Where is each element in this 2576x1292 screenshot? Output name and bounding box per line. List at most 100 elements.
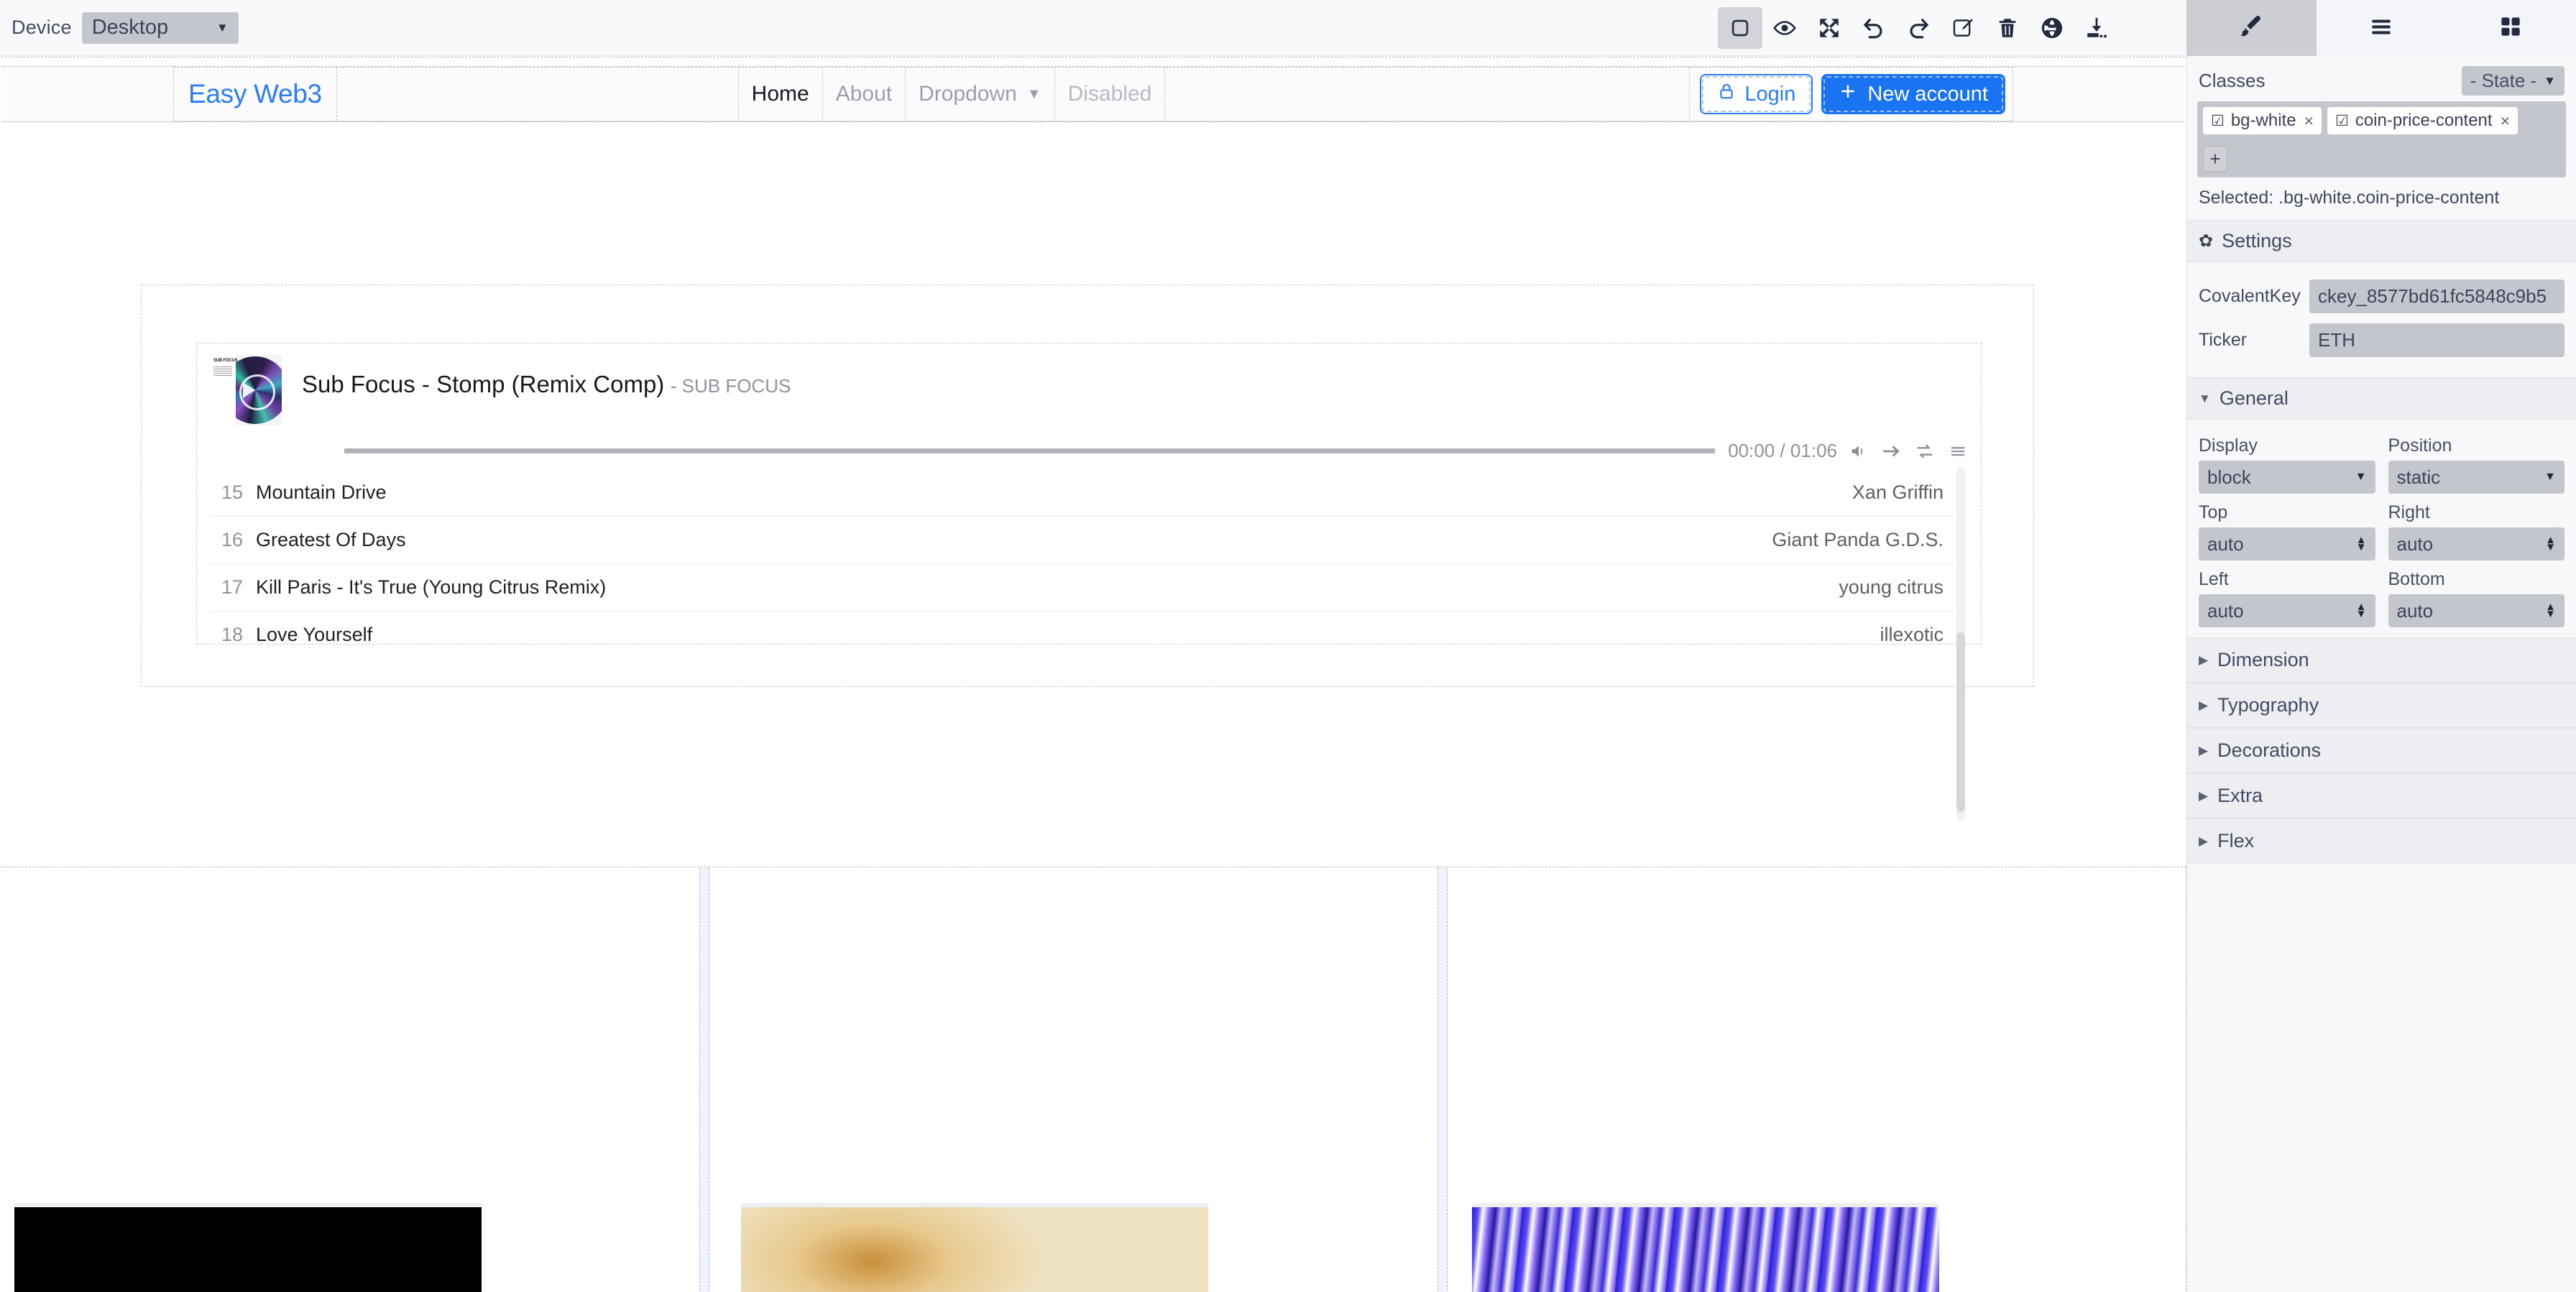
table-row[interactable]: 16 Greatest Of Days Giant Panda G.D.S. bbox=[210, 516, 1954, 563]
login-button[interactable]: Login bbox=[1700, 74, 1813, 114]
nav-link-home-label: Home bbox=[751, 82, 809, 106]
general-section-header[interactable]: ▼ General bbox=[2187, 377, 2576, 420]
close-icon[interactable]: × bbox=[2304, 111, 2314, 131]
trash-icon[interactable] bbox=[1985, 7, 2030, 49]
redo-icon[interactable] bbox=[1896, 7, 1941, 49]
plus-icon bbox=[1839, 82, 1857, 106]
album-art[interactable]: SUB FOCUS bbox=[211, 355, 282, 425]
layers-tab[interactable] bbox=[2317, 0, 2447, 56]
nav-link-dropdown-label: Dropdown bbox=[919, 82, 1017, 106]
coin-price-content-block[interactable]: SUB FOCUS Sub Focus - Stomp (Remix Comp)… bbox=[141, 285, 2034, 821]
nav-link-about[interactable]: About bbox=[823, 68, 906, 121]
editor-canvas[interactable]: Easy Web3 Home About Dropdown ▼ Disabled bbox=[0, 56, 2186, 1292]
style-manager-panel[interactable]: Classes - State - ▼ ☑ bg-white × ☑ coin-… bbox=[2186, 56, 2576, 1292]
checkbox-icon[interactable]: ☑ bbox=[2335, 112, 2349, 130]
class-chip-coin-price-content[interactable]: ☑ coin-price-content × bbox=[2327, 107, 2518, 134]
track-list-scrollbar[interactable] bbox=[1956, 467, 1965, 821]
track-artist: - SUB FOCUS bbox=[670, 375, 791, 397]
blocks-tab[interactable] bbox=[2446, 0, 2576, 56]
brand-logo[interactable]: Easy Web3 bbox=[174, 68, 337, 121]
download-icon[interactable] bbox=[2074, 7, 2119, 49]
thumbnail-image-3[interactable] bbox=[1472, 1203, 1939, 1292]
play-triangle-icon[interactable] bbox=[243, 382, 255, 398]
nav-link-home[interactable]: Home bbox=[739, 68, 823, 121]
add-class-button[interactable]: + bbox=[2203, 146, 2227, 172]
gear-icon: ✿ bbox=[2199, 231, 2214, 251]
paint-brush-icon bbox=[2237, 13, 2265, 44]
typography-section-label: Typography bbox=[2217, 694, 2319, 716]
style-manager-tab[interactable] bbox=[2186, 0, 2317, 56]
right-stepper[interactable]: auto ▲ ▼ bbox=[2388, 527, 2564, 560]
top-toolbar: Device Desktop ▼ bbox=[0, 0, 2576, 56]
class-chips-container[interactable]: ☑ bg-white × ☑ coin-price-content × + bbox=[2197, 101, 2566, 177]
device-select[interactable]: Desktop ▼ bbox=[81, 11, 239, 44]
scrollbar-thumb[interactable] bbox=[1956, 632, 1965, 812]
progress-slider[interactable] bbox=[344, 448, 1716, 453]
covalentkey-input[interactable]: ckey_8577bd61fc5848c9b5 bbox=[2309, 280, 2564, 313]
preview-eye-icon[interactable] bbox=[1762, 7, 1807, 49]
nav-link-dropdown[interactable]: Dropdown ▼ bbox=[906, 68, 1055, 121]
thumbnail-image-1[interactable] bbox=[14, 1203, 482, 1292]
code-edit-icon[interactable] bbox=[1941, 7, 1985, 49]
album-sleeve-lines bbox=[213, 366, 232, 377]
typography-section-header[interactable]: ▶ Typography bbox=[2187, 683, 2576, 728]
bottom-stepper[interactable]: auto ▲ ▼ bbox=[2388, 594, 2564, 627]
bottom-column-2[interactable] bbox=[699, 867, 1446, 1292]
repeat-icon[interactable] bbox=[1915, 441, 1935, 461]
classes-header-row: Classes - State - ▼ bbox=[2187, 56, 2576, 100]
dimension-section-header[interactable]: ▶ Dimension bbox=[2187, 637, 2576, 683]
new-account-button-label: New account bbox=[1867, 82, 1988, 106]
undo-icon[interactable] bbox=[1852, 7, 1896, 49]
position-select[interactable]: static ▼ bbox=[2388, 461, 2564, 494]
position-label: Position bbox=[2388, 435, 2452, 456]
device-selector-group: Device Desktop ▼ bbox=[0, 11, 239, 44]
display-select[interactable]: block ▼ bbox=[2199, 461, 2375, 494]
ticker-input[interactable]: ETH bbox=[2309, 323, 2564, 357]
bottom-label: Bottom bbox=[2388, 569, 2445, 589]
settings-section-header[interactable]: ✿ Settings bbox=[2187, 220, 2576, 262]
playlist-menu-icon[interactable] bbox=[1948, 441, 1968, 461]
track-list[interactable]: 15 Mountain Drive Xan Griffin 16 Greates… bbox=[210, 469, 1954, 641]
chevron-down-icon: ▼ bbox=[2544, 73, 2556, 88]
dimension-section-label: Dimension bbox=[2217, 649, 2309, 670]
thumbnail-image-2[interactable] bbox=[741, 1203, 1208, 1292]
table-row[interactable]: 15 Mountain Drive Xan Griffin bbox=[210, 469, 1954, 516]
stepper-arrows-icon[interactable]: ▲ ▼ bbox=[2545, 601, 2556, 620]
display-label: Display bbox=[2199, 435, 2258, 456]
audius-player-widget[interactable]: SUB FOCUS Sub Focus - Stomp (Remix Comp)… bbox=[196, 343, 1982, 821]
table-row[interactable]: 17 Kill Paris - It's True (Young Citrus … bbox=[210, 563, 1954, 611]
decorations-section-header[interactable]: ▶ Decorations bbox=[2187, 728, 2576, 773]
bottom-column-1[interactable] bbox=[0, 867, 708, 1292]
borders-toggle-icon[interactable] bbox=[1718, 7, 1762, 49]
track-artist-name: Giant Panda G.D.S. bbox=[1772, 529, 1944, 550]
fullscreen-icon[interactable] bbox=[1807, 7, 1852, 49]
right-value: auto bbox=[2396, 532, 2434, 555]
site-navbar[interactable]: Easy Web3 Home About Dropdown ▼ Disabled bbox=[1, 57, 2185, 122]
next-arrow-icon[interactable] bbox=[1882, 441, 1902, 461]
volume-icon[interactable] bbox=[1849, 441, 1869, 461]
player-header: SUB FOCUS Sub Focus - Stomp (Remix Comp)… bbox=[197, 343, 1981, 425]
bottom-column-3[interactable] bbox=[1438, 867, 2186, 1292]
close-icon[interactable]: × bbox=[2501, 111, 2510, 131]
table-row[interactable]: 18 Love Yourself illexotic bbox=[210, 611, 1954, 641]
navbar-spacer bbox=[337, 68, 739, 121]
stepper-arrows-icon[interactable]: ▲ ▼ bbox=[2356, 601, 2367, 620]
track-number: 18 bbox=[221, 624, 244, 641]
new-account-button[interactable]: New account bbox=[1821, 74, 2005, 114]
state-select-value: - State - bbox=[2470, 70, 2537, 91]
stepper-arrows-icon[interactable]: ▲ ▼ bbox=[2356, 535, 2367, 553]
chevron-right-icon: ▶ bbox=[2199, 743, 2209, 757]
top-stepper[interactable]: auto ▲ ▼ bbox=[2199, 527, 2375, 560]
extra-section-header[interactable]: ▶ Extra bbox=[2187, 773, 2576, 818]
stepper-arrows-icon[interactable]: ▲ ▼ bbox=[2545, 535, 2556, 553]
album-sleeve-label: SUB FOCUS bbox=[213, 359, 238, 363]
state-select[interactable]: - State - ▼ bbox=[2461, 66, 2564, 96]
track-number: 16 bbox=[221, 529, 244, 550]
flex-section-header[interactable]: ▶ Flex bbox=[2187, 818, 2576, 864]
checkbox-icon[interactable]: ☑ bbox=[2211, 112, 2225, 130]
bottom-columns-section[interactable] bbox=[0, 867, 2186, 1292]
general-section-body: Display block ▼ Position static ▼ Top au… bbox=[2187, 420, 2576, 637]
class-chip-bg-white[interactable]: ☑ bg-white × bbox=[2203, 107, 2322, 134]
globe-icon[interactable] bbox=[2030, 7, 2074, 49]
left-stepper[interactable]: auto ▲ ▼ bbox=[2199, 594, 2375, 627]
